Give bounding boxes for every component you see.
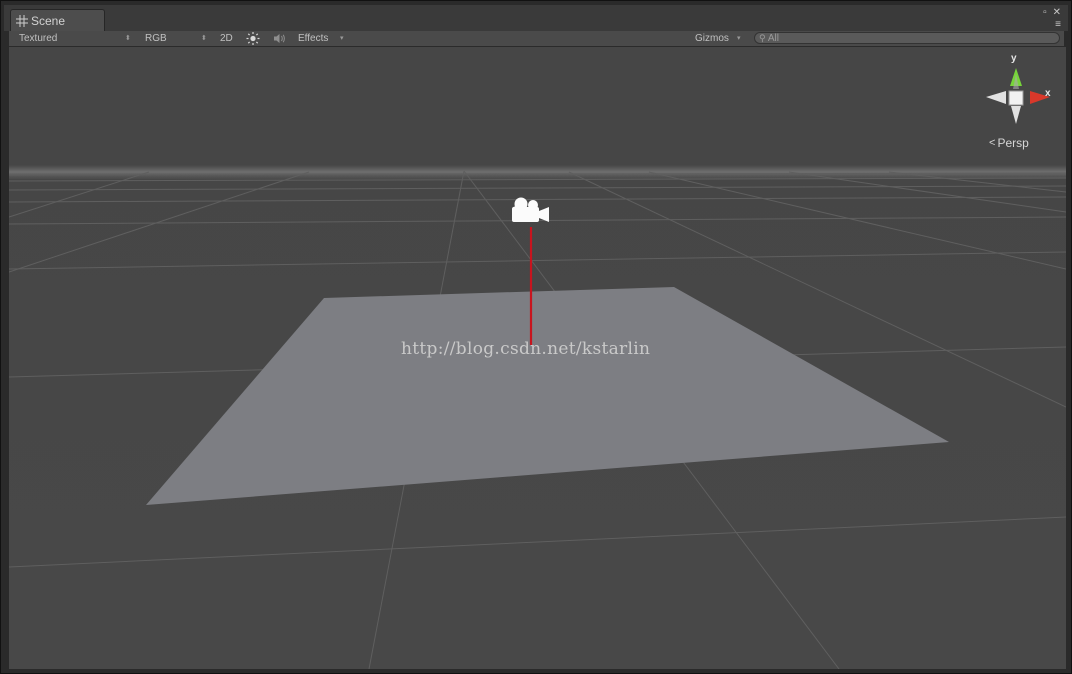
menu-icon[interactable]: ≡: [1055, 20, 1061, 30]
scene-viewport[interactable]: http://blog.csdn.net/kstarlin y x < Pers…: [9, 47, 1066, 669]
dropdown-arrow-icon: ▾: [737, 35, 741, 42]
tab-scene[interactable]: Scene: [10, 9, 105, 31]
search-placeholder: All: [767, 33, 779, 44]
updown-arrow-icon: ⬍: [125, 35, 131, 42]
lighting-toggle[interactable]: [246, 32, 260, 47]
search-icon: ⚲: [759, 33, 766, 43]
scene-toolbar: Textured ⬍ RGB ⬍ 2D Effects ▾ Gizmos ▾ ⚲…: [9, 31, 1064, 47]
channel-value: RGB: [145, 33, 167, 44]
channel-dropdown[interactable]: RGB ⬍: [145, 31, 207, 46]
projection-toggle[interactable]: < Persp: [989, 136, 1029, 150]
mode-2d-button[interactable]: 2D: [220, 31, 233, 46]
render-mode-dropdown[interactable]: Textured ⬍: [19, 31, 131, 46]
render-mode-value: Textured: [19, 33, 58, 44]
perspective-icon: <: [989, 137, 996, 149]
sun-icon: [246, 32, 260, 45]
tab-bar: [4, 5, 1068, 31]
close-icon[interactable]: ✕: [1053, 8, 1061, 18]
gizmo-center-cube[interactable]: [1008, 90, 1024, 106]
search-input[interactable]: ⚲ All: [754, 32, 1060, 44]
dropdown-arrow-icon: ▾: [340, 35, 344, 42]
audio-toggle[interactable]: [273, 32, 287, 47]
speaker-icon: [274, 34, 285, 43]
effects-dropdown[interactable]: Effects ▾: [298, 31, 346, 46]
gizmo-y-label: y: [1011, 53, 1017, 64]
effects-label: Effects: [298, 33, 329, 44]
gizmos-label: Gizmos: [695, 33, 729, 44]
gizmo-x-label: x: [1045, 88, 1051, 99]
tab-scene-label: Scene: [31, 13, 66, 28]
watermark-text: http://blog.csdn.net/kstarlin: [401, 339, 651, 359]
maximize-icon[interactable]: ▫: [1043, 8, 1047, 18]
grid-icon: [16, 14, 28, 27]
updown-arrow-icon: ⬍: [201, 35, 207, 42]
projection-label: Persp: [997, 136, 1029, 150]
horizon-line: [9, 165, 1066, 179]
window-controls: ▫ ✕ ≡: [1039, 8, 1061, 30]
scene-window: Scene ▫ ✕ ≡ Textured ⬍ RGB ⬍ 2D Effects …: [0, 0, 1072, 674]
gizmos-dropdown[interactable]: Gizmos ▾: [695, 31, 745, 46]
mode-2d-label: 2D: [220, 33, 233, 44]
